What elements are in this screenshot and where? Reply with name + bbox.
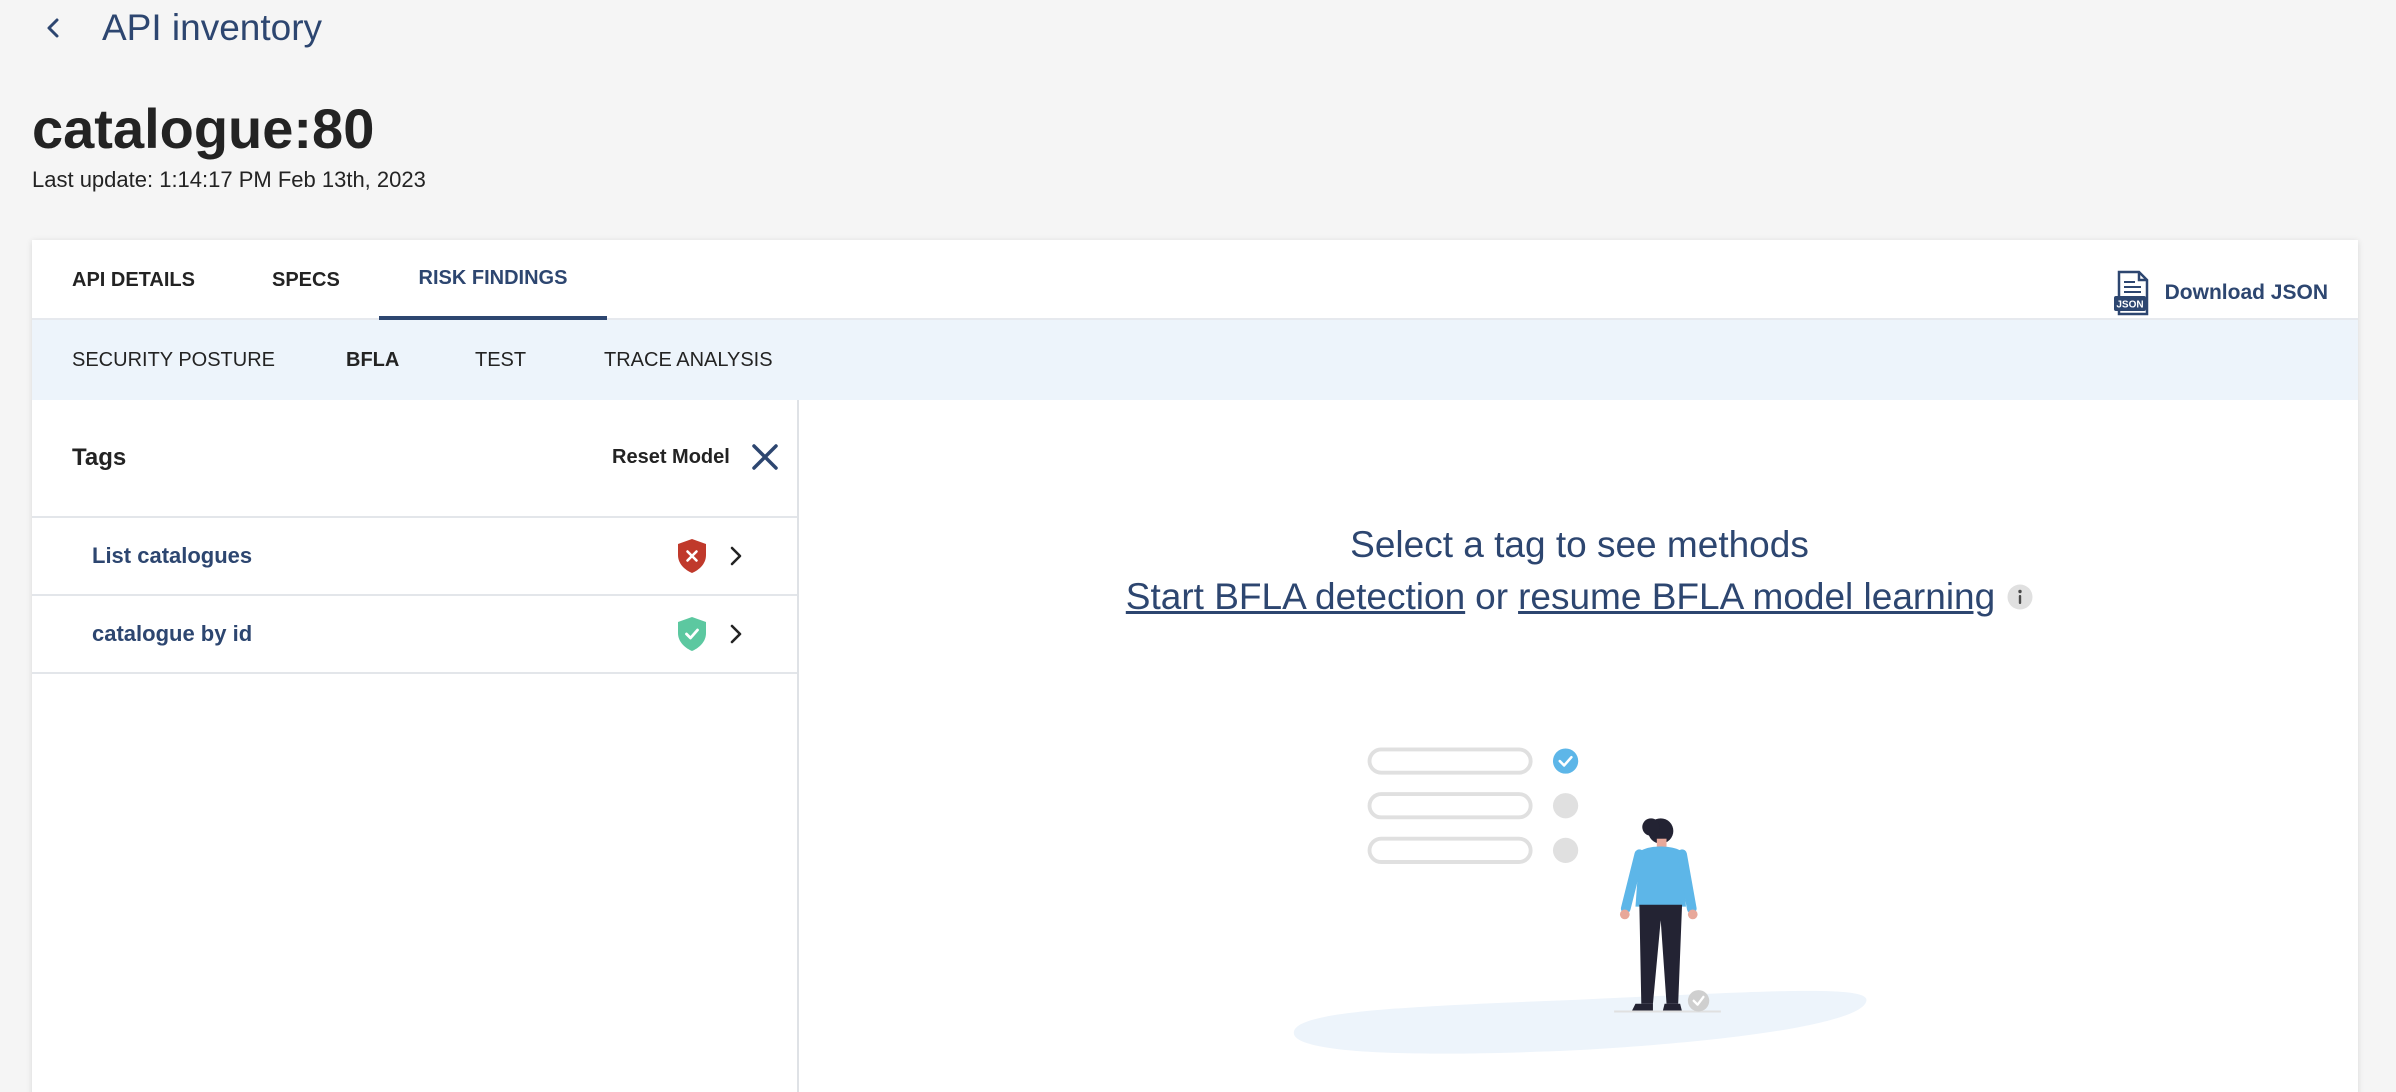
tags-panel: Tags Reset Model List catalogues catalog… <box>32 400 799 1092</box>
info-icon[interactable] <box>2007 584 2033 610</box>
tags-title: Tags <box>72 444 127 471</box>
tag-row[interactable]: List catalogues <box>32 518 797 596</box>
back-button[interactable] <box>32 6 76 50</box>
shield-x-icon <box>678 539 706 573</box>
back-title[interactable]: API inventory <box>102 7 322 49</box>
main-tabs: API DETAILS SPECS RISK FINDINGS JSON Dow… <box>32 240 2358 320</box>
subtab-test[interactable]: TEST <box>475 320 526 400</box>
tag-row[interactable]: catalogue by id <box>32 596 797 674</box>
sub-tabs: SECURITY POSTURE BFLA TEST TRACE ANALYSI… <box>32 320 2358 400</box>
tab-api-details[interactable]: API DETAILS <box>72 240 195 320</box>
download-json-label: Download JSON <box>2164 281 2328 304</box>
api-details-card: API DETAILS SPECS RISK FINDINGS JSON Dow… <box>32 240 2358 1092</box>
last-update-text: Last update: 1:14:17 PM Feb 13th, 2023 <box>32 167 426 192</box>
chevron-left-icon <box>47 18 59 38</box>
svg-text:JSON: JSON <box>2116 300 2143 311</box>
shield-check-icon <box>678 617 706 651</box>
subtab-trace-analysis[interactable]: TRACE ANALYSIS <box>604 320 773 400</box>
person-checklist-illustration <box>1293 747 1867 1054</box>
page-title: catalogue:80 <box>32 97 375 160</box>
close-icon[interactable] <box>749 441 781 473</box>
bfla-actions: Start BFLA detection or resume BFLA mode… <box>801 576 2358 618</box>
chevron-right-icon <box>730 546 742 566</box>
json-file-icon: JSON <box>2113 270 2148 316</box>
tag-label: List catalogues <box>92 543 253 568</box>
tags-header: Tags Reset Model <box>32 400 797 518</box>
empty-state-title: Select a tag to see methods <box>1350 524 1809 565</box>
back-navigation: API inventory <box>32 0 322 56</box>
subtab-security-posture[interactable]: SECURITY POSTURE <box>72 320 275 400</box>
subtab-bfla[interactable]: BFLA <box>346 320 399 400</box>
reset-model-button[interactable]: Reset Model <box>612 446 730 469</box>
download-json-button[interactable]: JSON Download JSON <box>2113 270 2328 316</box>
chevron-right-icon <box>730 624 742 644</box>
resume-bfla-learning-link[interactable]: resume BFLA model learning <box>1518 576 1995 618</box>
tab-specs[interactable]: SPECS <box>272 240 340 320</box>
start-bfla-detection-link[interactable]: Start BFLA detection <box>1126 576 1465 618</box>
tag-label: catalogue by id <box>92 621 253 646</box>
tab-risk-findings[interactable]: RISK FINDINGS <box>379 240 607 320</box>
or-text: or <box>1475 576 1509 617</box>
